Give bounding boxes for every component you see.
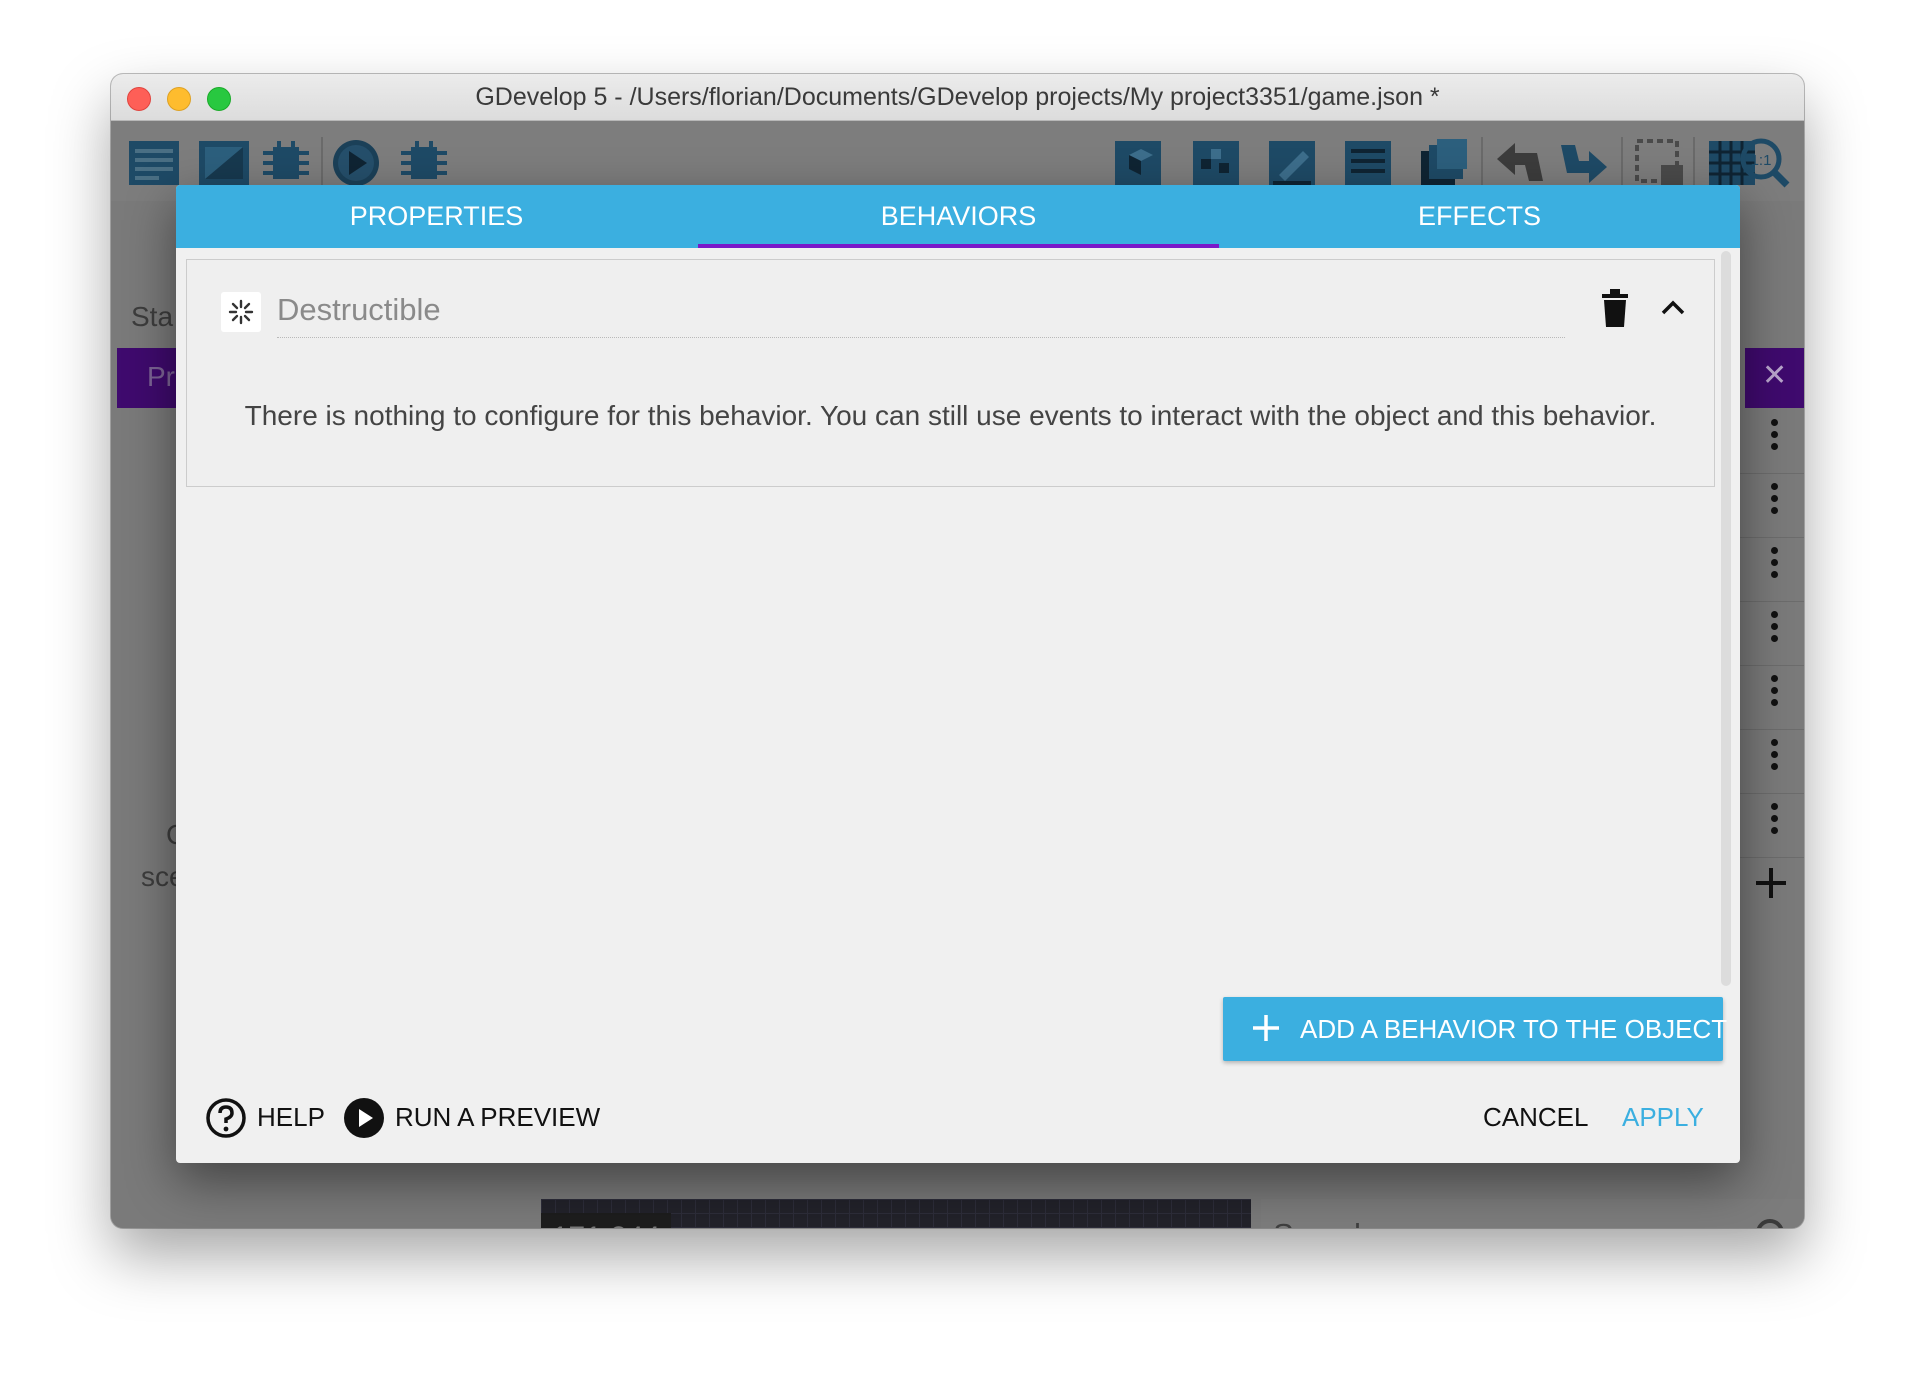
behavior-name-field[interactable]: [277, 282, 1565, 338]
add-behavior-label: ADD A BEHAVIOR TO THE OBJECT: [1300, 1014, 1728, 1044]
search-placeholder: Search: [1273, 1217, 1371, 1228]
svg-text:1:1: 1:1: [1751, 152, 1772, 169]
delete-behavior-icon[interactable]: [1599, 288, 1631, 328]
zoom-reset-icon[interactable]: 1:1: [1737, 137, 1791, 189]
preview-play-icon[interactable]: [329, 137, 383, 189]
more-options-icon[interactable]: [1771, 739, 1779, 775]
title-bar: GDevelop 5 - /Users/florian/Documents/GD…: [111, 74, 1804, 121]
properties-panel-icon[interactable]: [1265, 137, 1319, 189]
object-groups-icon[interactable]: [1189, 137, 1243, 189]
search-icon[interactable]: [1754, 1217, 1794, 1228]
bottom-search-bar[interactable]: Search: [1261, 1199, 1804, 1228]
dialog-scrollbar[interactable]: [1721, 251, 1731, 986]
network-preview-icon[interactable]: [397, 137, 451, 189]
scene-editor-icon[interactable]: [197, 137, 251, 189]
undo-icon[interactable]: [1493, 137, 1547, 189]
more-options-icon[interactable]: [1771, 483, 1779, 519]
run-preview-label: RUN A PREVIEW: [395, 1102, 601, 1132]
add-behavior-button[interactable]: ADD A BEHAVIOR TO THE OBJECT: [1223, 997, 1727, 1061]
selection-delete-icon[interactable]: [1633, 137, 1687, 189]
more-options-icon[interactable]: [1771, 803, 1779, 839]
behavior-card: There is nothing to configure for this b…: [186, 259, 1715, 487]
tab-effects[interactable]: EFFECTS: [1219, 185, 1740, 248]
more-options-icon[interactable]: [1771, 675, 1779, 711]
bg-panel-title: Pr: [147, 361, 175, 392]
cursor-coordinates: 171;244: [541, 1213, 671, 1228]
run-preview-button[interactable]: RUN A PREVIEW: [343, 1095, 603, 1139]
help-circle-icon: [206, 1098, 246, 1138]
bg-start-label: Sta: [131, 301, 174, 332]
redo-icon[interactable]: [1557, 137, 1611, 189]
objects-panel-icon[interactable]: [1111, 137, 1165, 189]
apply-button[interactable]: APPLY: [1622, 1095, 1712, 1139]
more-options-icon[interactable]: [1771, 419, 1779, 455]
cancel-button[interactable]: CANCEL: [1483, 1095, 1593, 1139]
help-button[interactable]: HELP: [205, 1095, 325, 1139]
play-circle-icon: [344, 1098, 384, 1138]
window-title: GDevelop 5 - /Users/florian/Documents/GD…: [475, 83, 1440, 111]
active-tab-indicator: [698, 244, 1219, 248]
panel-close-icon[interactable]: ✕: [1762, 358, 1787, 393]
object-editor-dialog: PROPERTIES BEHAVIORS EFFECTS There is no…: [176, 185, 1740, 1163]
instances-list-icon[interactable]: [1341, 137, 1395, 189]
tab-behaviors[interactable]: BEHAVIORS: [698, 185, 1219, 248]
behavior-empty-message: There is nothing to configure for this b…: [244, 400, 1657, 431]
project-manager-icon[interactable]: [127, 137, 181, 189]
tab-properties[interactable]: PROPERTIES: [176, 185, 697, 248]
more-options-icon[interactable]: [1771, 547, 1779, 583]
dialog-tabs: PROPERTIES BEHAVIORS EFFECTS: [176, 185, 1740, 248]
debugger-icon[interactable]: [259, 137, 313, 189]
more-options-icon[interactable]: [1771, 611, 1779, 647]
plus-icon: [1253, 1015, 1279, 1041]
help-label: HELP: [257, 1102, 325, 1132]
layers-panel-icon[interactable]: [1417, 137, 1471, 189]
destructible-behavior-icon: [221, 292, 261, 332]
add-icon[interactable]: [1754, 866, 1788, 900]
chevron-up-icon[interactable]: [1657, 292, 1689, 324]
